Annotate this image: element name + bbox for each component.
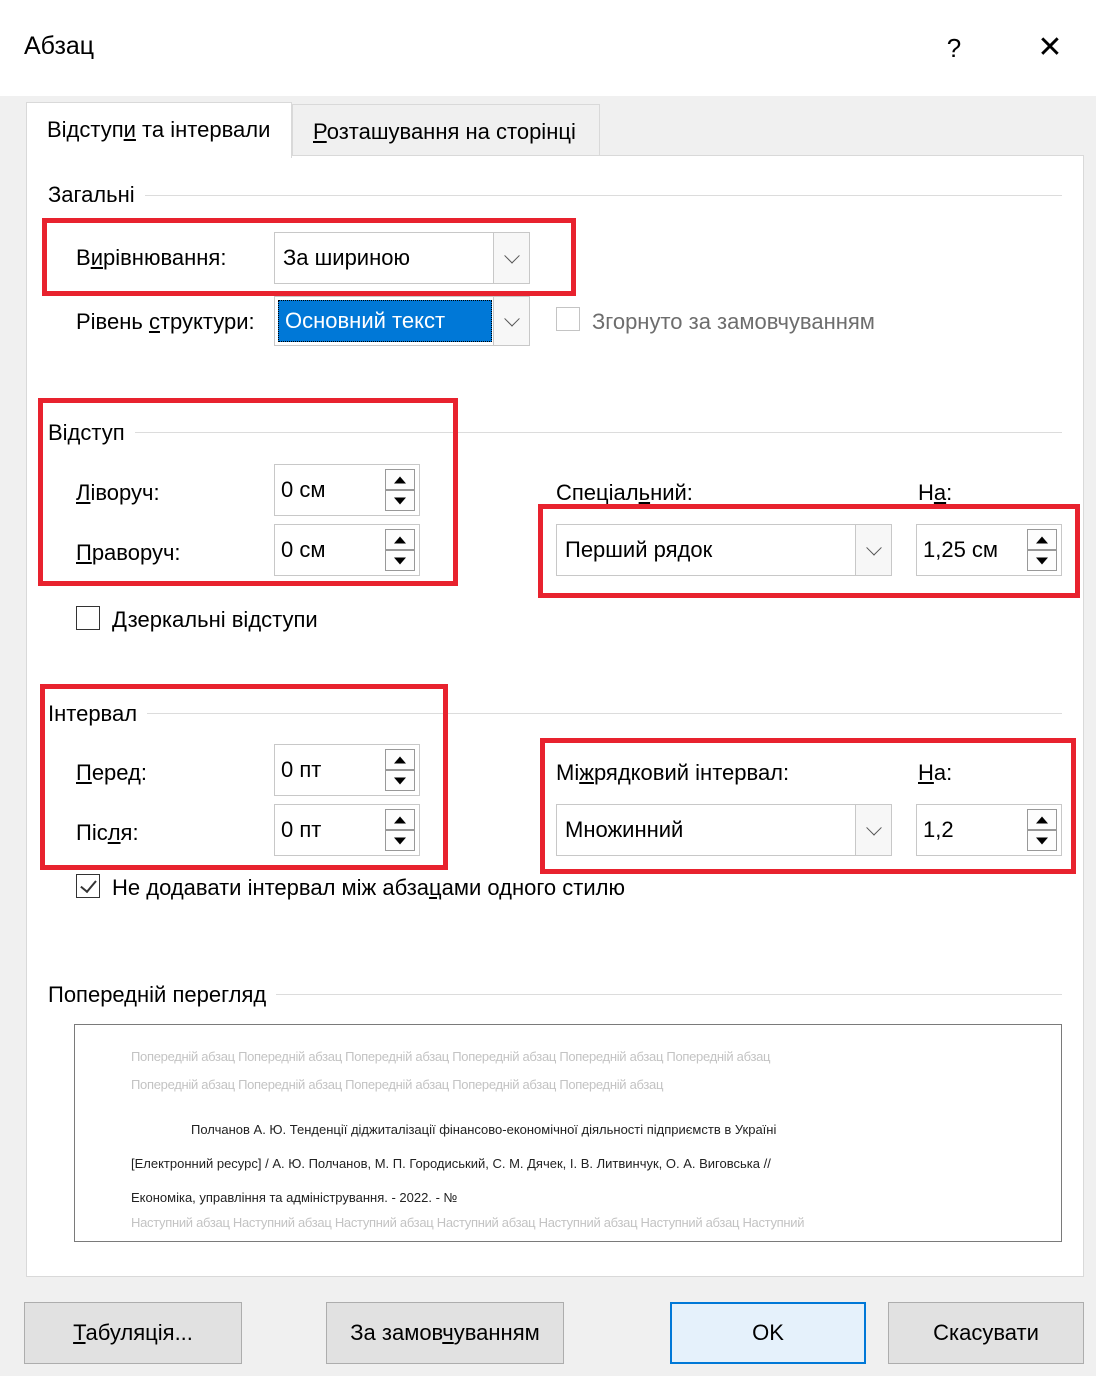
tab-label: озташування на сторінці bbox=[326, 119, 576, 144]
preview-next-line: Наступний абзац Наступний абзац Наступни… bbox=[131, 1215, 805, 1230]
chevron-down-icon bbox=[493, 297, 529, 345]
collapsed-checkbox[interactable] bbox=[556, 307, 580, 331]
close-icon: ✕ bbox=[1037, 31, 1063, 64]
preview-prev-line: Попередній абзац Попередній абзац Попере… bbox=[131, 1077, 664, 1092]
outline-level-label: Рівень структури: bbox=[76, 309, 255, 334]
tabs-button[interactable]: Табуляція... bbox=[24, 1302, 242, 1364]
highlight-special bbox=[538, 504, 1080, 598]
cancel-button[interactable]: Скасувати bbox=[888, 1302, 1084, 1364]
outline-level-select[interactable]: Основний текст bbox=[274, 296, 530, 346]
mirror-indents-label: Дзеркальні відступи bbox=[112, 607, 318, 632]
dont-add-space-checkbox[interactable] bbox=[76, 874, 100, 898]
outline-level-value: Основний текст bbox=[285, 308, 446, 333]
preview-main-line: [Електронний ресурс] / А. Ю. Полчанов, М… bbox=[131, 1156, 771, 1171]
collapsed-label: Згорнуто за замовчуванням bbox=[592, 309, 875, 334]
tab-label-accel: Р bbox=[313, 119, 327, 144]
tab-line-page-breaks[interactable]: Розташування на сторінці bbox=[292, 104, 600, 156]
highlight-line-spacing bbox=[540, 738, 1076, 874]
ok-button[interactable]: OK bbox=[670, 1302, 866, 1364]
preview-prev-line: Попередній абзац Попередній абзац Попере… bbox=[131, 1049, 771, 1064]
close-button[interactable]: ✕ bbox=[1030, 28, 1070, 68]
section-title-general: Загальні bbox=[48, 182, 145, 208]
highlight-indent bbox=[38, 398, 458, 586]
highlight-alignment bbox=[42, 218, 576, 296]
help-button[interactable]: ? bbox=[934, 28, 974, 68]
dialog-title: Абзац bbox=[24, 32, 95, 60]
indent-by-label: На: bbox=[918, 480, 953, 505]
tab-indents-spacing[interactable]: Відступи та інтервали bbox=[26, 102, 292, 158]
set-as-default-button[interactable]: За замовчуванням bbox=[326, 1302, 564, 1364]
mirror-indents-checkbox[interactable] bbox=[76, 606, 100, 630]
tab-label-accel: и bbox=[123, 117, 136, 142]
section-divider bbox=[52, 195, 1062, 196]
check-icon bbox=[80, 875, 97, 894]
special-label: Спеціальний: bbox=[556, 480, 693, 505]
dont-add-space-label: Не додавати інтервал між абзацами одного… bbox=[112, 875, 625, 900]
preview-main-line: Полчанов А. Ю. Тенденції діджиталізації … bbox=[191, 1122, 777, 1137]
tab-label: та інтервали bbox=[135, 117, 271, 142]
highlight-spacing bbox=[40, 684, 448, 870]
tab-label: Відступ bbox=[47, 117, 124, 142]
title-bar bbox=[0, 0, 1096, 97]
section-title-preview: Попередній перегляд bbox=[48, 982, 277, 1008]
preview-box: Попередній абзац Попередній абзац Попере… bbox=[74, 1024, 1062, 1242]
